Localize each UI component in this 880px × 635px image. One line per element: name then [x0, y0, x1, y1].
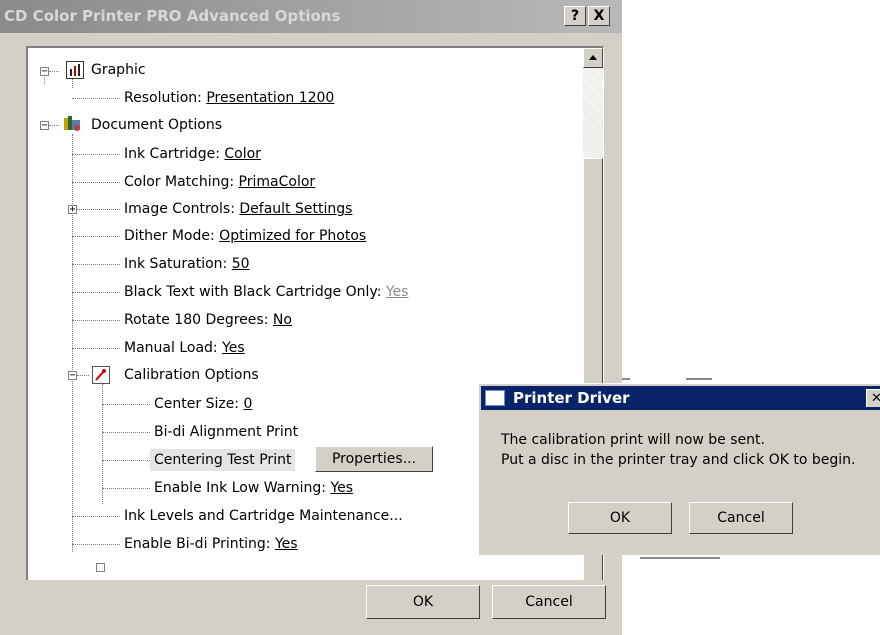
- black-text-value[interactable]: Yes: [386, 284, 409, 300]
- scroll-up-button[interactable]: [583, 48, 603, 68]
- collapse-graphic-toggle[interactable]: −: [40, 67, 49, 77]
- cancel-button[interactable]: Cancel: [492, 585, 606, 619]
- document-options-icon: [62, 114, 80, 132]
- popup-message-line1: The calibration print will now be sent.: [501, 432, 765, 448]
- tree-item-ink-levels[interactable]: Ink Levels and Cartridge Maintenance...: [124, 505, 403, 527]
- calibration-icon: [92, 366, 110, 384]
- title-bar: CD Color Printer PRO Advanced Options ? …: [0, 0, 622, 33]
- partial-tree-toggle: [96, 563, 105, 572]
- popup-title-bar: Printer Driver ✕: [481, 386, 880, 410]
- popup-ok-button[interactable]: OK: [568, 502, 672, 534]
- image-controls-value[interactable]: Default Settings: [239, 201, 352, 217]
- background-artifact: [622, 378, 630, 380]
- printer-driver-dialog: Printer Driver ✕ The calibration print w…: [478, 383, 880, 555]
- tree-item-center-size[interactable]: Center Size: 0: [154, 393, 252, 415]
- tree-item-ink-low-warning[interactable]: Enable Ink Low Warning: Yes: [154, 477, 353, 499]
- tree-item-dither-mode[interactable]: Dither Mode: Optimized for Photos: [124, 225, 366, 247]
- tree-item-manual-load[interactable]: Manual Load: Yes: [124, 337, 245, 359]
- expand-image-controls-toggle[interactable]: +: [68, 205, 77, 215]
- color-matching-value[interactable]: PrimaColor: [239, 174, 316, 190]
- graphic-chart-icon: [66, 61, 84, 79]
- tree-item-rotate[interactable]: Rotate 180 Degrees: No: [124, 309, 292, 331]
- tree-item-document-options[interactable]: Document Options: [91, 114, 222, 136]
- background-artifact: [686, 378, 712, 380]
- close-button[interactable]: X: [588, 6, 610, 26]
- tree-item-graphic[interactable]: Graphic: [91, 59, 146, 81]
- tree-item-color-matching[interactable]: Color Matching: PrimaColor: [124, 171, 315, 193]
- background-artifact: [640, 557, 720, 559]
- printer-driver-icon: [485, 390, 505, 406]
- manual-load-value[interactable]: Yes: [222, 340, 245, 356]
- ink-low-value[interactable]: Yes: [330, 480, 353, 496]
- help-button[interactable]: ?: [564, 6, 586, 26]
- tree-item-bidi-alignment[interactable]: Bi-di Alignment Print: [154, 421, 298, 443]
- rotate-value[interactable]: No: [273, 312, 292, 328]
- center-size-value[interactable]: 0: [243, 396, 252, 412]
- ink-cartridge-value[interactable]: Color: [224, 146, 261, 162]
- popup-title: Printer Driver: [513, 389, 630, 407]
- tree-item-bidi-printing[interactable]: Enable Bi-di Printing: Yes: [124, 533, 298, 555]
- resolution-value[interactable]: Presentation 1200: [206, 90, 334, 106]
- collapse-calibration-toggle[interactable]: −: [68, 371, 77, 381]
- popup-close-button[interactable]: ✕: [866, 389, 880, 407]
- tree-item-image-controls[interactable]: Image Controls: Default Settings: [124, 198, 352, 220]
- ink-saturation-value[interactable]: 50: [232, 256, 250, 272]
- popup-message-line2: Put a disc in the printer tray and click…: [501, 452, 856, 468]
- tree-item-calibration-options[interactable]: Calibration Options: [124, 364, 259, 386]
- ok-button[interactable]: OK: [366, 585, 480, 619]
- collapse-document-options-toggle[interactable]: −: [40, 121, 49, 131]
- tree-item-black-text[interactable]: Black Text with Black Cartridge Only: Ye…: [124, 281, 408, 303]
- tree-item-centering-test[interactable]: Centering Test Print: [150, 449, 296, 471]
- dither-mode-value[interactable]: Optimized for Photos: [219, 228, 366, 244]
- window-title: CD Color Printer PRO Advanced Options: [4, 7, 341, 25]
- properties-button[interactable]: Properties...: [315, 446, 433, 472]
- tree-item-ink-cartridge[interactable]: Ink Cartridge: Color: [124, 143, 261, 165]
- popup-cancel-button[interactable]: Cancel: [689, 502, 793, 534]
- tree-item-resolution[interactable]: Resolution: Presentation 1200: [124, 87, 334, 109]
- tree-item-ink-saturation[interactable]: Ink Saturation: 50: [124, 253, 250, 275]
- bidi-printing-value[interactable]: Yes: [275, 536, 298, 552]
